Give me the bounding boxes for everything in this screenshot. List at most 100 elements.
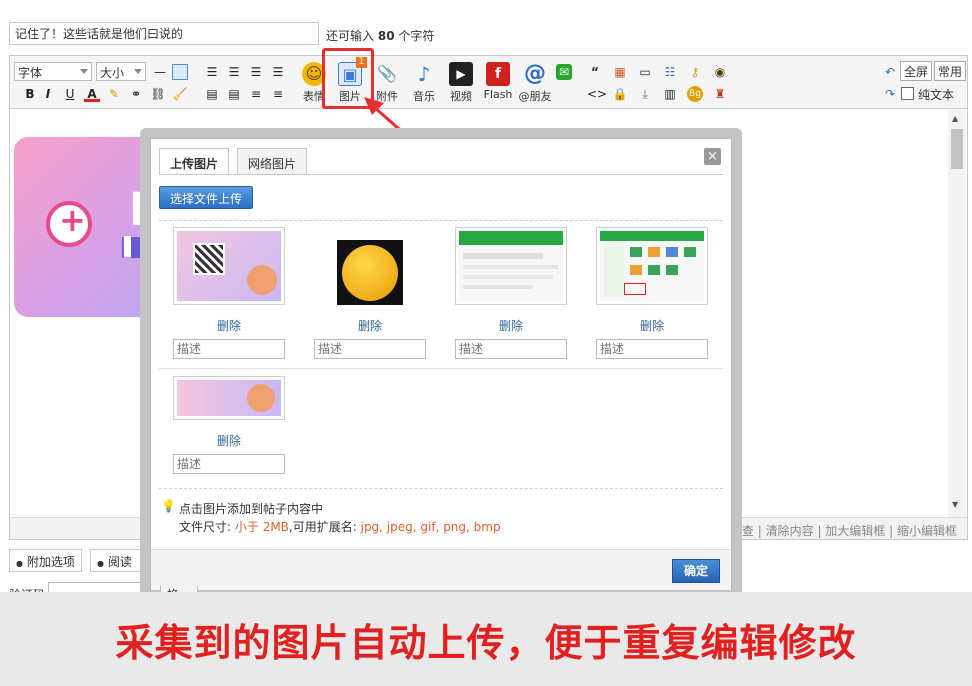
shrink-editor-link[interactable]: 缩小编辑框: [897, 524, 957, 538]
image-card[interactable]: 删除: [596, 227, 709, 362]
list-box-icon[interactable]: ▥: [662, 86, 678, 102]
description-input[interactable]: [314, 339, 426, 359]
mention-label: @朋友: [518, 90, 552, 103]
description-input[interactable]: [173, 454, 285, 474]
image-card[interactable]: 删除: [314, 227, 427, 362]
file-size-value: 小于 2MB: [234, 520, 289, 534]
video-button[interactable]: ▶ 视频: [443, 60, 479, 106]
video-label: 视频: [450, 90, 472, 103]
quote-icon[interactable]: “: [587, 64, 603, 80]
delete-link[interactable]: 删除: [596, 317, 708, 334]
content-banner-image: ▐ ▌: [14, 137, 159, 317]
emoji-face-icon: [342, 245, 398, 301]
delete-link[interactable]: 删除: [173, 317, 285, 334]
highlight-icon[interactable]: ✎: [106, 86, 122, 102]
align-center-icon[interactable]: ☰: [204, 64, 220, 80]
mention-button[interactable]: @ @朋友: [517, 60, 553, 106]
image-card[interactable]: 删除: [455, 227, 568, 362]
table-icon[interactable]: [172, 64, 188, 80]
tile-decor: [630, 247, 642, 257]
size-select[interactable]: 大小: [96, 62, 146, 81]
bold-icon[interactable]: B: [22, 86, 38, 102]
align-justify-icon[interactable]: ☰: [270, 64, 286, 80]
music-note-icon: ♪: [417, 62, 431, 86]
sidebar-decor: [604, 247, 624, 297]
tile-decor: [648, 247, 660, 257]
clear-format-icon[interactable]: 🧹: [172, 86, 188, 102]
plain-text-label: 纯文本: [918, 88, 955, 102]
image-card[interactable]: 删除: [173, 227, 286, 362]
image-thumbnail[interactable]: [314, 227, 426, 305]
key-icon[interactable]: ⚷: [687, 64, 703, 80]
tile-decor: [666, 265, 678, 275]
free-icon[interactable]: ▦: [612, 64, 628, 80]
flash-label: Flash: [483, 88, 513, 101]
image-card[interactable]: 删除: [173, 376, 286, 476]
ordered-list-icon[interactable]: ≡: [248, 86, 264, 102]
bullet-icon: ●: [97, 559, 104, 568]
planet-decor: [247, 384, 275, 412]
underline-icon[interactable]: U: [62, 86, 78, 102]
unlink-icon[interactable]: ⛓: [150, 86, 166, 102]
confirm-button[interactable]: 确定: [672, 559, 720, 583]
flash-icon: f: [486, 62, 510, 86]
delete-link[interactable]: 删除: [455, 317, 567, 334]
font-select[interactable]: 字体: [14, 62, 92, 81]
bg-icon[interactable]: Bg: [687, 86, 703, 102]
extensions-value: jpg, jpeg, gif, png, bmp: [360, 520, 501, 534]
float-right-icon[interactable]: ▤: [226, 86, 242, 102]
undo-icon[interactable]: ↶: [882, 64, 898, 80]
image-thumbnail[interactable]: [173, 227, 285, 305]
tile-decor: [666, 247, 678, 257]
code-icon[interactable]: <>: [587, 86, 607, 102]
close-icon[interactable]: ×: [704, 148, 721, 165]
film-icon: ▶: [449, 62, 473, 86]
extra-options-button[interactable]: ● 附加选项: [9, 549, 82, 572]
fullscreen-button[interactable]: 全屏: [900, 61, 933, 81]
robot-icon[interactable]: ♜: [712, 86, 728, 102]
image-thumbnail[interactable]: [455, 227, 567, 305]
font-color-icon[interactable]: A: [84, 86, 100, 102]
scrollbar-thumb[interactable]: [951, 129, 963, 169]
index-icon[interactable]: ☷: [662, 64, 678, 80]
float-left-icon[interactable]: ▤: [204, 86, 220, 102]
select-file-upload-button[interactable]: 选择文件上传: [159, 186, 254, 209]
lightbulb-icon: 💡: [161, 499, 176, 513]
check-link[interactable]: 查: [742, 524, 754, 538]
site-header-decor: [459, 231, 563, 245]
align-right-icon[interactable]: ☰: [248, 64, 264, 80]
font-select-label: 字体: [18, 66, 43, 80]
redo-icon[interactable]: ↷: [882, 86, 898, 102]
description-input[interactable]: [173, 339, 285, 359]
caption-text: 采集到的图片自动上传，便于重复编辑修改: [115, 621, 857, 665]
page-icon[interactable]: ▭: [637, 64, 653, 80]
medal-icon[interactable]: ◉: [712, 64, 728, 80]
scroll-down-icon[interactable]: ▼: [952, 500, 958, 509]
link-icon[interactable]: ⚭: [128, 86, 144, 102]
align-left-icon[interactable]: ☰: [226, 64, 242, 80]
delete-link[interactable]: 删除: [314, 317, 426, 334]
unordered-list-icon[interactable]: ≡: [270, 86, 286, 102]
download-icon[interactable]: ⤓: [637, 86, 653, 102]
image-thumbnail[interactable]: [173, 376, 285, 420]
title-input[interactable]: [9, 22, 319, 45]
horizontal-rule-icon[interactable]: —: [152, 64, 168, 80]
lock-icon[interactable]: 🔒: [612, 86, 628, 102]
editor-scrollbar[interactable]: [948, 110, 966, 517]
tab-web-image[interactable]: 网络图片: [237, 148, 308, 175]
divider: [159, 488, 723, 489]
italic-icon[interactable]: I: [40, 86, 56, 102]
common-button[interactable]: 常用: [934, 61, 967, 81]
enlarge-editor-link[interactable]: 加大编辑框: [825, 524, 885, 538]
description-input[interactable]: [596, 339, 708, 359]
delete-link[interactable]: 删除: [173, 432, 285, 449]
scroll-up-icon[interactable]: ▲: [952, 114, 958, 123]
clear-content-link[interactable]: 清除内容: [766, 524, 814, 538]
tab-upload-image[interactable]: 上传图片: [159, 148, 230, 175]
extensions-label: ,可用扩展名:: [288, 520, 357, 534]
plain-text-checkbox[interactable]: [901, 87, 914, 100]
flash-button[interactable]: f Flash: [480, 60, 516, 106]
description-input[interactable]: [455, 339, 567, 359]
wechat-icon[interactable]: ✉: [556, 64, 572, 80]
image-thumbnail[interactable]: [596, 227, 708, 305]
